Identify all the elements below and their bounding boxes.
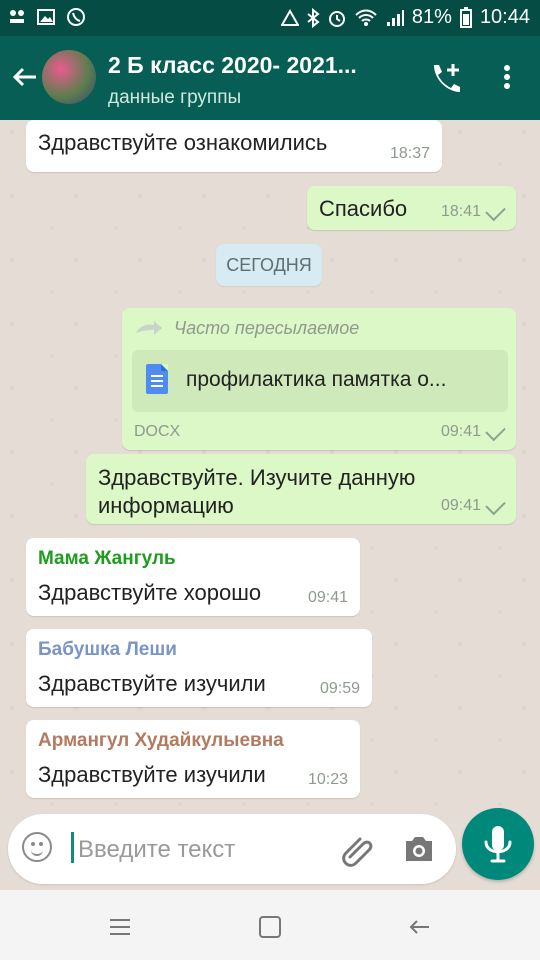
forwarded-label: Часто пересылаемое <box>134 318 359 339</box>
document-type: DOCX <box>134 423 181 440</box>
home-icon[interactable] <box>255 912 285 942</box>
system-navigation-bar <box>0 890 540 960</box>
status-bar: 81% 10:44 <box>0 0 540 36</box>
message-time: 18:41 <box>440 203 481 220</box>
back-nav-icon[interactable] <box>405 912 435 942</box>
back-arrow-icon[interactable] <box>10 62 40 92</box>
message-meta: 18:37 <box>390 145 430 163</box>
attachment-icon[interactable] <box>338 832 376 870</box>
message-composer <box>8 814 456 884</box>
message-text: Здравствуйте изучили <box>38 671 266 696</box>
notification-icon <box>10 10 24 23</box>
mic-icon <box>484 826 512 863</box>
status-right-icons: 81% 10:44 <box>280 6 530 29</box>
signal-icon <box>386 9 404 26</box>
image-icon <box>37 9 55 25</box>
message-meta: 09:59 <box>320 680 360 698</box>
forwarded-text: Часто пересылаемое <box>174 318 360 338</box>
chat-title[interactable]: 2 Б класс 2020- 2021... <box>108 52 398 79</box>
document-attachment[interactable]: профилактика памятка о... <box>132 350 508 412</box>
check-icon <box>485 494 506 515</box>
chat-area[interactable]: Здравствуйте ознакомились 18:37 Спасибо … <box>0 120 540 806</box>
message-text: Здравствуйте ознакомились <box>38 130 328 155</box>
message-text: Здравствуйте. Изучите данную информацию <box>98 465 416 518</box>
message-time: 18:37 <box>389 145 430 162</box>
warning-icon <box>280 8 299 26</box>
sender-name: Мама Жангуль <box>38 548 176 569</box>
check-icon <box>485 200 506 221</box>
incoming-message[interactable]: Мама Жангуль Здравствуйте хорошо 09:41 <box>26 538 360 616</box>
status-time: 10:44 <box>479 6 530 28</box>
more-vertical-icon[interactable] <box>494 62 520 92</box>
recent-apps-icon[interactable] <box>105 912 135 942</box>
message-meta: 18:41 <box>440 200 506 221</box>
message-time: 09:41 <box>307 589 348 606</box>
outgoing-message[interactable]: Здравствуйте. Изучите данную информацию … <box>86 454 516 524</box>
incoming-message[interactable]: Здравствуйте ознакомились 18:37 <box>26 120 442 172</box>
chat-subtitle[interactable]: данные группы <box>108 87 241 109</box>
document-icon <box>146 364 168 394</box>
incoming-message[interactable]: Бабушка Леши Здравствуйте изучили 09:59 <box>26 629 372 707</box>
message-time: 09:41 <box>440 423 481 440</box>
bluetooth-icon <box>307 7 320 28</box>
message-time: 09:41 <box>440 497 481 514</box>
date-separator: СЕГОДНЯ <box>216 244 322 286</box>
mic-button[interactable] <box>462 808 534 880</box>
forward-icon <box>136 320 162 335</box>
message-time: 10:23 <box>307 771 348 788</box>
message-input[interactable] <box>76 834 320 866</box>
message-meta: 09:41 <box>440 494 506 515</box>
battery-icon <box>459 6 472 28</box>
battery-percent: 81% <box>411 6 452 28</box>
group-avatar[interactable] <box>42 50 96 104</box>
forwarded-file-message[interactable]: Часто пересылаемое профилактика памятка … <box>122 308 516 450</box>
message-text: Здравствуйте хорошо <box>38 580 262 605</box>
message-time: 09:59 <box>319 680 360 697</box>
check-icon <box>485 420 506 441</box>
message-meta: 09:41 <box>308 589 348 607</box>
chat-app-bar: 2 Б класс 2020- 2021... данные группы <box>0 36 540 120</box>
camera-icon[interactable] <box>402 834 436 864</box>
text-cursor <box>71 832 74 863</box>
wifi-icon <box>355 9 377 26</box>
incoming-message[interactable]: Армангул Худайкулыевна Здравствуйте изуч… <box>26 720 360 798</box>
status-left-icons <box>8 7 86 27</box>
whatsapp-icon <box>67 8 85 26</box>
document-name: профилактика памятка о... <box>186 368 447 391</box>
message-meta: 09:41 <box>440 420 506 441</box>
sender-name: Бабушка Леши <box>38 639 177 660</box>
add-call-icon[interactable] <box>426 60 462 96</box>
outgoing-message[interactable]: Спасибо 18:41 <box>307 186 516 230</box>
sender-name: Армангул Худайкулыевна <box>38 730 284 751</box>
message-meta: 10:23 <box>308 771 348 789</box>
message-text: Здравствуйте изучили <box>38 762 266 787</box>
alarm-icon <box>328 10 345 27</box>
emoji-icon[interactable] <box>22 832 52 862</box>
